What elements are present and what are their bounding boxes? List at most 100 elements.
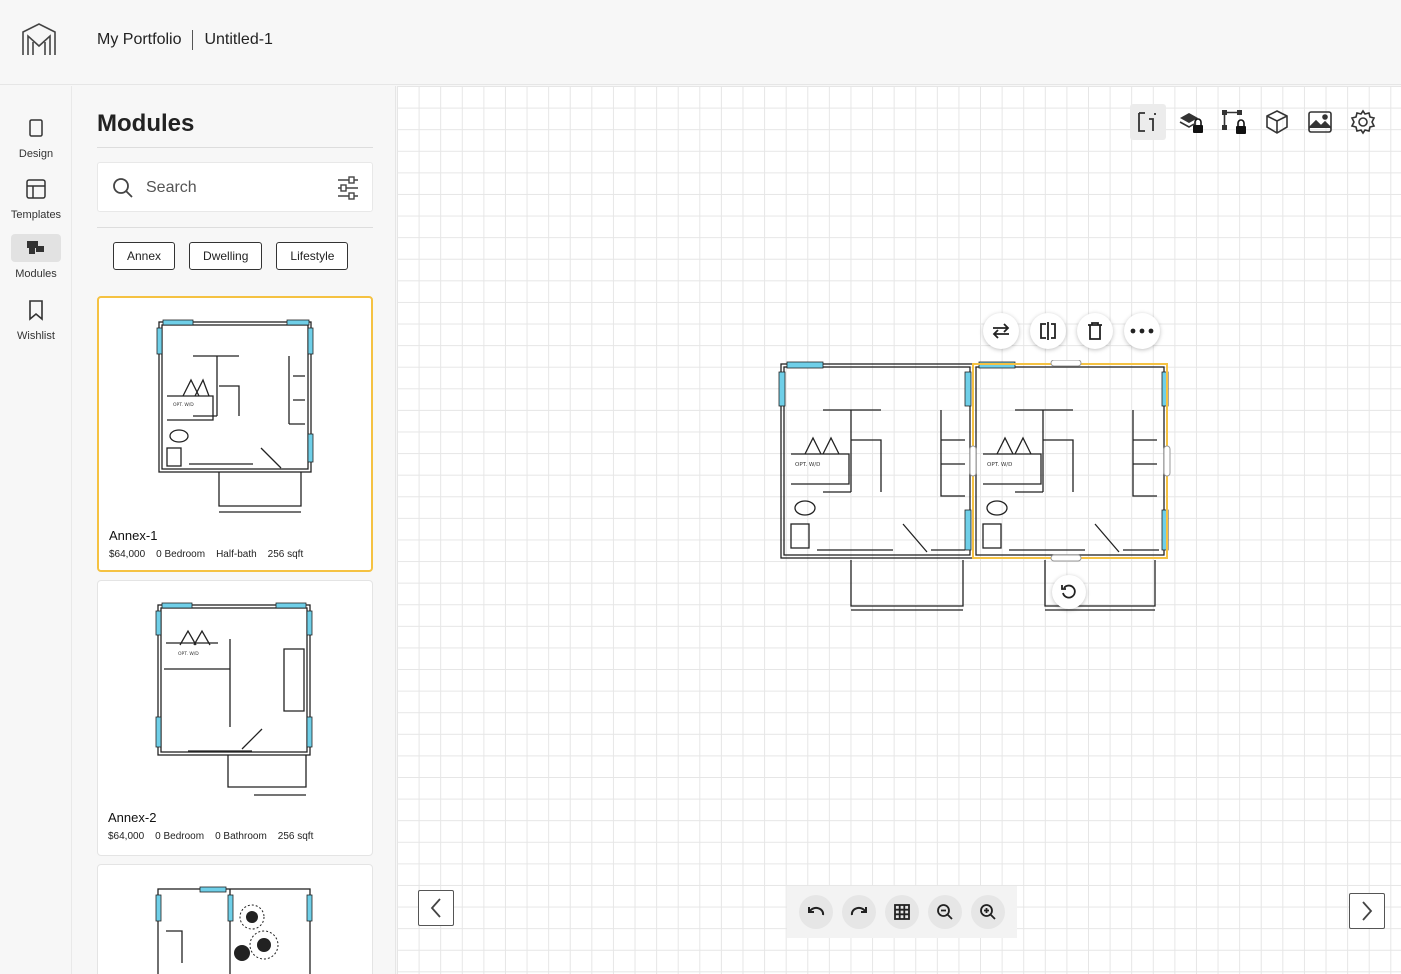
rail-item-label: Wishlist — [17, 330, 55, 342]
breadcrumb-divider — [192, 30, 194, 50]
plan-label: OPT. W/D — [987, 462, 1012, 468]
bookmark-icon — [11, 296, 61, 324]
panel-title: Modules — [97, 110, 195, 137]
dimensions-icon — [1138, 112, 1156, 132]
mirror-button[interactable] — [1030, 313, 1066, 349]
undo-icon — [808, 906, 825, 916]
more-button[interactable] — [1124, 313, 1160, 349]
node-lock-icon — [1222, 110, 1246, 134]
resize-handle-left[interactable] — [969, 445, 977, 477]
rail-item-modules[interactable]: Modules — [0, 234, 72, 280]
m-logo-icon[interactable] — [20, 22, 58, 58]
node-lock-button[interactable] — [1216, 104, 1252, 140]
image-button[interactable] — [1302, 104, 1338, 140]
card-baths: 0 Bathroom — [215, 831, 267, 842]
card-meta: $64,000 0 Bedroom Half-bath 256 sqft — [109, 549, 303, 560]
floor-plan-thumbnail — [155, 886, 313, 974]
chip-lifestyle[interactable]: Lifestyle — [276, 242, 349, 270]
settings-button[interactable] — [1345, 104, 1381, 140]
placed-modules-plan: OPT. W/D OPT. W/D — [778, 360, 1171, 611]
rotate-button[interactable] — [1052, 575, 1086, 609]
plan-label: OPT. W/D — [173, 402, 194, 408]
selection-toolbar — [983, 313, 1160, 349]
filter-chips: Annex Dwelling Lifestyle — [113, 242, 349, 270]
layout-icon — [11, 175, 61, 203]
chevron-left-icon — [430, 898, 441, 918]
divider — [97, 147, 373, 148]
zoom-in-button[interactable] — [971, 895, 1005, 929]
resize-handle-top[interactable] — [1050, 360, 1082, 367]
search-input[interactable] — [146, 175, 316, 201]
chip-dwelling[interactable]: Dwelling — [189, 242, 263, 270]
card-meta: $64,000 0 Bedroom 0 Bathroom 256 sqft — [108, 831, 313, 842]
zoom-out-icon — [937, 904, 953, 920]
selection-outline[interactable] — [972, 363, 1168, 559]
search-icon — [113, 178, 133, 198]
image-icon — [1308, 111, 1332, 133]
mirror-icon — [1040, 322, 1056, 340]
chevron-right-icon — [1362, 901, 1373, 921]
swap-button[interactable] — [983, 313, 1019, 349]
filter-icon[interactable] — [336, 175, 360, 201]
layer-lock-button[interactable] — [1173, 104, 1209, 140]
card-area: 256 sqft — [277, 831, 314, 842]
undo-button[interactable] — [799, 895, 833, 929]
rail-item-templates[interactable]: Templates — [0, 175, 72, 221]
rotate-icon — [1061, 584, 1076, 599]
page-icon — [11, 114, 61, 142]
card-title: Annex-1 — [109, 528, 158, 543]
module-card[interactable]: OPT. W/D Annex-2 $64,000 0 Bedroom 0 Bat… — [97, 580, 373, 856]
rail-item-label: Design — [18, 148, 54, 160]
card-baths: Half-bath — [216, 549, 257, 560]
rail-item-wishlist[interactable]: Wishlist — [0, 296, 72, 342]
rail-item-label: Templates — [10, 209, 62, 221]
swap-icon — [992, 323, 1010, 339]
floor-plan-thumbnail: OPT. W/D — [155, 602, 313, 796]
left-rail: Design Templates Modules Wishlist — [0, 86, 72, 974]
next-button[interactable] — [1349, 893, 1385, 929]
redo-icon — [850, 906, 867, 916]
card-title: Annex-2 — [108, 810, 157, 825]
plan-label: OPT. W/D — [795, 462, 820, 468]
plan-label: OPT. W/D — [178, 651, 199, 657]
prev-button[interactable] — [418, 890, 454, 926]
card-price: $64,000 — [109, 549, 146, 560]
zoom-out-button[interactable] — [928, 895, 962, 929]
module-card[interactable] — [97, 864, 373, 974]
delete-button[interactable] — [1077, 313, 1113, 349]
redo-button[interactable] — [842, 895, 876, 929]
floor-plan-thumbnail: OPT. W/D — [156, 319, 314, 513]
resize-handle-right[interactable] — [1163, 445, 1171, 477]
card-bedrooms: 0 Bedroom — [155, 831, 205, 842]
rail-item-design[interactable]: Design — [0, 114, 72, 160]
canvas-bottom-toolbar — [787, 886, 1017, 938]
zoom-in-icon — [980, 904, 996, 920]
grid-toggle-button[interactable] — [885, 895, 919, 929]
project-name[interactable]: Untitled-1 — [204, 31, 272, 49]
settings-icon — [1350, 109, 1376, 135]
resize-handle-bottom[interactable] — [1050, 554, 1082, 562]
rail-item-label: Modules — [15, 268, 57, 280]
card-bedrooms: 0 Bedroom — [156, 549, 206, 560]
3d-view-button[interactable] — [1259, 104, 1295, 140]
canvas-toolbar — [1130, 104, 1381, 140]
app-header: My Portfolio Untitled-1 — [0, 0, 1401, 85]
design-canvas[interactable]: OPT. W/D OPT. W/D — [397, 86, 1401, 974]
modules-panel: Modules Annex Dwelling Lifestyle — [73, 86, 396, 974]
3d-view-icon — [1266, 110, 1288, 134]
tree-icon — [234, 904, 279, 961]
card-price: $64,000 — [108, 831, 145, 842]
more-icon — [1130, 328, 1154, 334]
chip-annex[interactable]: Annex — [113, 242, 176, 270]
grid-icon — [894, 904, 910, 920]
modules-icon — [11, 234, 61, 262]
portfolio-link[interactable]: My Portfolio — [97, 31, 181, 49]
breadcrumb: My Portfolio Untitled-1 — [97, 30, 273, 50]
divider — [97, 227, 373, 228]
search-box — [97, 162, 373, 212]
layer-lock-icon — [1179, 113, 1203, 133]
module-card[interactable]: OPT. W/D Annex-1 $64,000 0 Bedroom Half-… — [97, 296, 373, 572]
dimensions-button[interactable] — [1130, 104, 1166, 140]
card-area: 256 sqft — [267, 549, 304, 560]
trash-icon — [1088, 322, 1102, 340]
